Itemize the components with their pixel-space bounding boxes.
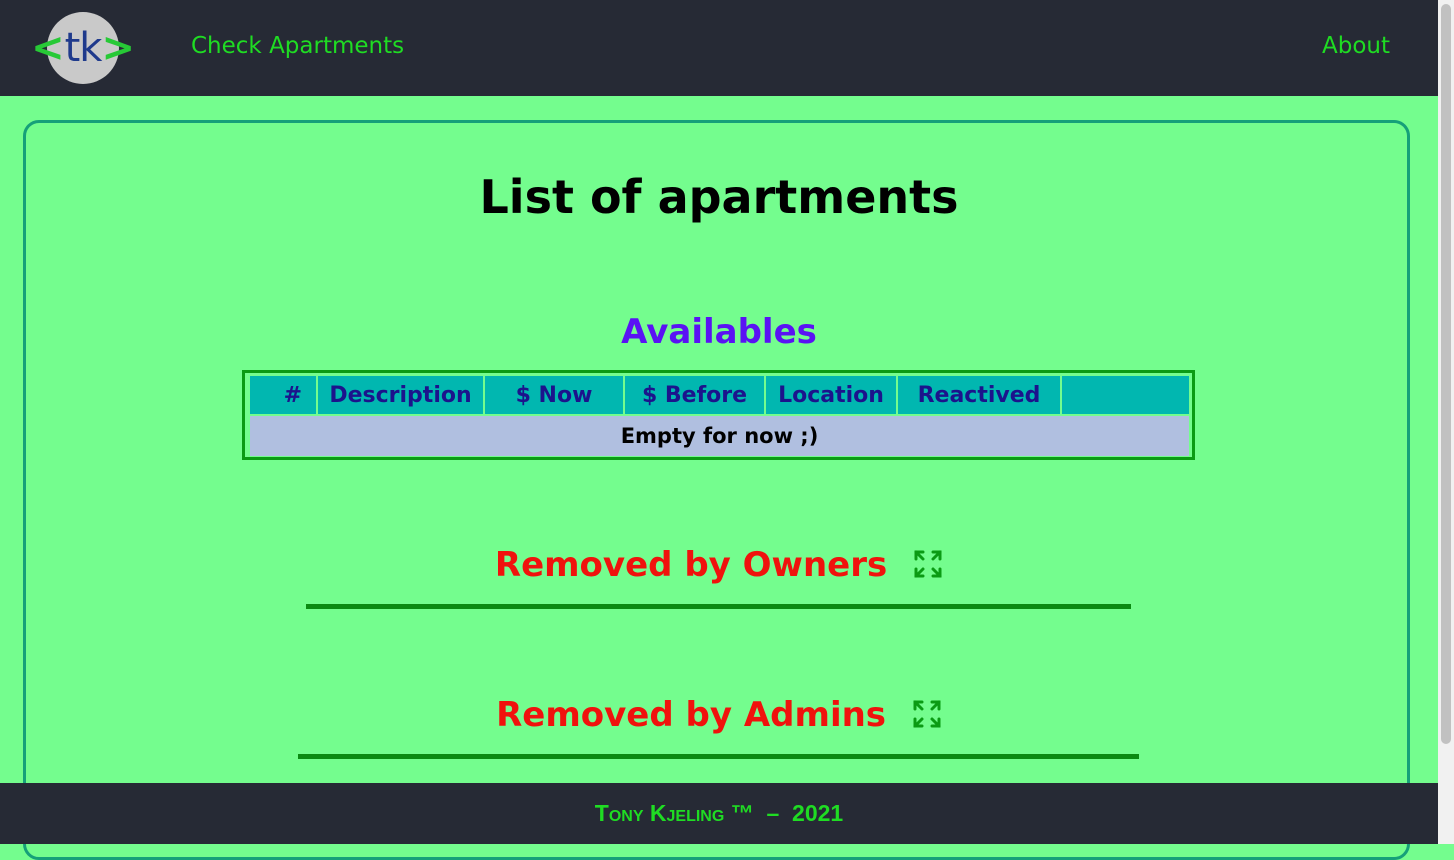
footer-text: Tony Kjeling ™ – 2021 bbox=[595, 800, 843, 827]
column-header-price-now[interactable]: $ Now bbox=[485, 376, 623, 414]
table-row: Empty for now ;) bbox=[250, 416, 1189, 456]
removed-by-owners-title: Removed by Owners bbox=[494, 545, 888, 585]
footer-separator: – bbox=[766, 800, 780, 826]
column-header-number[interactable]: # bbox=[250, 376, 316, 414]
scrollbar[interactable] bbox=[1438, 0, 1454, 844]
footer: Tony Kjeling ™ – 2021 bbox=[0, 783, 1438, 844]
removed-by-owners-section: Removed by Owners bbox=[0, 545, 1438, 585]
footer-year: 2021 bbox=[792, 800, 844, 826]
column-header-actions bbox=[1062, 376, 1189, 414]
expand-icon[interactable] bbox=[912, 699, 942, 729]
column-header-location[interactable]: Location bbox=[766, 376, 896, 414]
nav-link-about[interactable]: About bbox=[1322, 33, 1390, 59]
column-header-reactived[interactable]: Reactived bbox=[898, 376, 1060, 414]
availables-table: # Description $ Now $ Before Location Re… bbox=[242, 370, 1195, 460]
main-card bbox=[23, 120, 1410, 860]
scrollbar-thumb[interactable] bbox=[1441, 4, 1451, 744]
logo[interactable]: < tk > bbox=[31, 12, 135, 84]
column-header-price-before[interactable]: $ Before bbox=[625, 376, 764, 414]
availables-title: Availables bbox=[621, 312, 817, 352]
column-header-description[interactable]: Description bbox=[318, 376, 483, 414]
footer-trademark: ™ bbox=[730, 800, 754, 826]
expand-icon[interactable] bbox=[913, 549, 943, 579]
logo-bracket-left: < bbox=[31, 25, 65, 71]
page-title: List of apartments bbox=[479, 170, 959, 224]
table-header-row: # Description $ Now $ Before Location Re… bbox=[250, 376, 1189, 414]
removed-by-admins-title: Removed by Admins bbox=[496, 695, 887, 735]
divider-admins bbox=[298, 754, 1139, 759]
divider-owners bbox=[306, 604, 1131, 609]
logo-bracket-right: > bbox=[101, 25, 135, 71]
footer-author: Tony Kjeling bbox=[594, 800, 725, 826]
navbar: < tk > Check Apartments About bbox=[0, 0, 1438, 96]
removed-by-admins-section: Removed by Admins bbox=[0, 695, 1438, 735]
nav-link-check-apartments[interactable]: Check Apartments bbox=[191, 33, 404, 59]
empty-message: Empty for now ;) bbox=[250, 416, 1189, 456]
logo-text: tk bbox=[64, 25, 103, 71]
